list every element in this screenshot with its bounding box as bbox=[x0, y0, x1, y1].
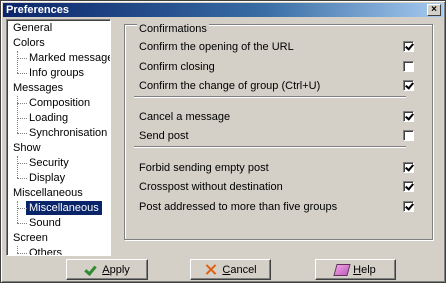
apply-label: Apply bbox=[102, 263, 130, 276]
tree-category-item[interactable]: Miscellaneous bbox=[7, 186, 83, 201]
tree-item-label: Colors bbox=[13, 37, 45, 49]
tree-item-label: Composition bbox=[29, 97, 91, 109]
option-checkbox[interactable] bbox=[403, 181, 414, 192]
eraser-icon bbox=[333, 263, 351, 276]
tree-item-label: Synchronisation bbox=[29, 127, 108, 139]
tree-connector bbox=[17, 208, 27, 209]
tree-category-item[interactable]: General bbox=[7, 21, 52, 36]
option-label: Crosspost without destination bbox=[139, 181, 283, 193]
preferences-window: Preferences × General Colors Marked messag… bbox=[0, 0, 446, 283]
separator-line bbox=[134, 96, 406, 98]
tree-connector bbox=[17, 103, 27, 104]
tree-subitem[interactable]: Sound bbox=[7, 216, 61, 231]
tree-category-item[interactable]: Colors bbox=[7, 36, 45, 51]
tree-connector bbox=[17, 201, 18, 223]
tree-connector bbox=[17, 133, 27, 134]
cancel-label: Cancel bbox=[222, 263, 257, 276]
tree-connector bbox=[17, 96, 18, 133]
confirmation-option: Cancel a message bbox=[134, 110, 419, 124]
settings-pane: Confirmations Confirm the opening of the… bbox=[119, 18, 441, 255]
tree-item-label: Security bbox=[29, 157, 69, 169]
tree-item-label: Miscellaneous bbox=[13, 187, 83, 199]
option-checkbox[interactable] bbox=[403, 111, 414, 122]
tree-connector bbox=[17, 246, 18, 253]
option-checkbox[interactable] bbox=[403, 201, 414, 212]
option-checkbox[interactable] bbox=[403, 61, 414, 72]
tree-connector bbox=[17, 253, 27, 254]
tree-connector bbox=[17, 58, 27, 59]
tree-category-item[interactable]: Show bbox=[7, 141, 41, 156]
confirmation-option: Crosspost without destination bbox=[134, 180, 419, 194]
tree-item-label: General bbox=[13, 22, 53, 34]
close-button[interactable]: × bbox=[427, 4, 441, 16]
option-label: Forbid sending empty post bbox=[139, 162, 269, 174]
tree-connector bbox=[17, 163, 27, 164]
tree-item-label: Others bbox=[29, 247, 63, 256]
tree-connector bbox=[17, 223, 27, 224]
confirmation-option: Send post bbox=[134, 129, 419, 143]
confirmation-option: Post addressed to more than five groups bbox=[134, 200, 419, 214]
tree-connector bbox=[17, 156, 18, 178]
option-label: Confirm the change of group (Ctrl+U) bbox=[139, 80, 321, 92]
option-checkbox[interactable] bbox=[403, 41, 414, 52]
category-tree[interactable]: General Colors Marked messages Info groups M… bbox=[6, 19, 111, 256]
title-bar: Preferences × bbox=[3, 3, 443, 17]
tree-connector bbox=[17, 51, 18, 73]
tree-item-label: Marked messages bbox=[29, 52, 111, 64]
check-icon bbox=[84, 264, 98, 276]
tree-item-label: Screen bbox=[13, 232, 48, 244]
group-title: Confirmations bbox=[137, 23, 209, 35]
tree-category-item[interactable]: Screen bbox=[7, 231, 48, 246]
option-label: Confirm closing bbox=[139, 61, 215, 73]
separator-line bbox=[134, 146, 406, 148]
tree-connector bbox=[17, 178, 27, 179]
tree-connector bbox=[17, 118, 27, 119]
tree-connector bbox=[17, 73, 27, 74]
option-checkbox[interactable] bbox=[403, 130, 414, 141]
tree-subitem[interactable]: Display bbox=[7, 171, 65, 186]
option-label: Cancel a message bbox=[139, 111, 231, 123]
option-checkbox[interactable] bbox=[403, 162, 414, 173]
confirmation-option: Confirm the change of group (Ctrl+U) bbox=[134, 79, 419, 93]
confirmation-option: Forbid sending empty post bbox=[134, 161, 419, 175]
tree-subitem[interactable]: Others bbox=[7, 246, 63, 256]
confirmation-option: Confirm the opening of the URL bbox=[134, 40, 419, 54]
tree-item-label: Info groups bbox=[29, 67, 85, 79]
option-label: Post addressed to more than five groups bbox=[139, 201, 338, 213]
help-label: Help bbox=[353, 263, 376, 276]
option-label: Confirm the opening of the URL bbox=[139, 41, 294, 53]
tree-category-item[interactable]: Messages bbox=[7, 81, 63, 96]
cross-icon bbox=[204, 264, 218, 276]
tree-item-label: Sound bbox=[29, 217, 61, 229]
tree-item-label: Display bbox=[29, 172, 66, 184]
cancel-button[interactable]: Cancel bbox=[190, 259, 271, 280]
tree-item-label: Miscellaneous bbox=[26, 201, 102, 215]
confirmation-option: Confirm closing bbox=[134, 60, 419, 74]
option-label: Send post bbox=[139, 130, 189, 142]
tree-item-label: Show bbox=[13, 142, 41, 154]
help-button[interactable]: Help bbox=[315, 259, 396, 280]
tree-item-label: Messages bbox=[13, 82, 64, 94]
window-title: Preferences bbox=[6, 4, 69, 16]
tree-item-label: Loading bbox=[29, 112, 69, 124]
option-checkbox[interactable] bbox=[403, 80, 414, 91]
apply-button[interactable]: Apply bbox=[66, 259, 148, 280]
